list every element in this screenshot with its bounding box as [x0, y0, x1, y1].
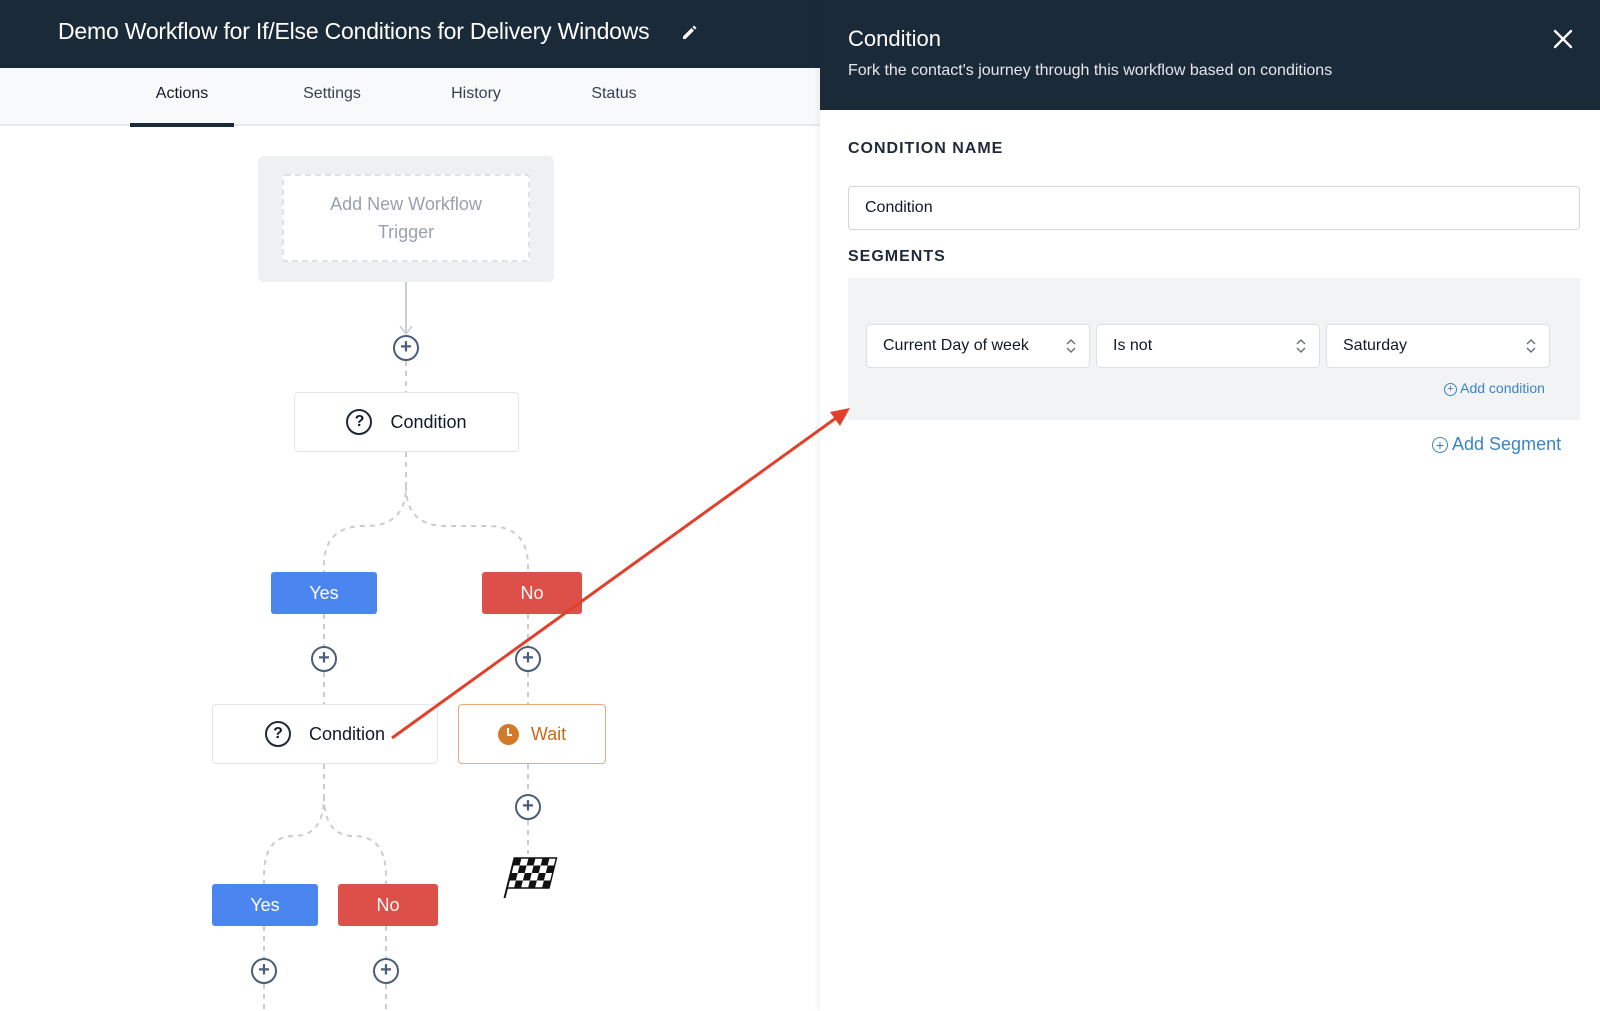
workflow-editor: Demo Workflow for If/Else Conditions for…	[0, 0, 820, 1011]
condition-node-nested[interactable]: ? Condition	[212, 704, 438, 764]
tab-settings[interactable]: Settings	[280, 68, 384, 124]
condition-side-panel: Condition Fork the contact's journey thr…	[820, 0, 1600, 1011]
segments-label: SEGMENTS	[848, 248, 946, 265]
no-branch-label[interactable]: No	[482, 572, 582, 614]
question-circle-icon: ?	[264, 721, 291, 747]
add-step-plus-icon[interactable]: +	[311, 646, 337, 672]
value-select[interactable]: Saturday	[1326, 324, 1550, 368]
clock-icon	[497, 723, 519, 745]
add-segment-label: Add Segment	[1452, 434, 1562, 454]
add-trigger-button[interactable]: Add New Workflow Trigger	[282, 174, 530, 262]
segment-container: Current Day of week Is not Saturday + Ad…	[848, 278, 1580, 420]
condition-node[interactable]: ? Condition	[294, 392, 519, 452]
panel-title: Condition	[848, 26, 941, 51]
tab-actions[interactable]: Actions	[130, 68, 234, 127]
condition-name-input[interactable]	[848, 186, 1580, 230]
sort-arrows-icon	[1066, 338, 1076, 354]
add-step-plus-icon[interactable]: +	[251, 958, 277, 984]
add-step-plus-icon[interactable]: +	[373, 958, 399, 984]
question-circle-icon: ?	[346, 409, 373, 435]
tab-history[interactable]: History	[424, 68, 528, 124]
pencil-icon[interactable]	[680, 22, 700, 42]
wait-node[interactable]: Wait	[458, 704, 606, 764]
panel-subtitle: Fork the contact's journey through this …	[848, 62, 1333, 79]
sort-arrows-icon	[1296, 338, 1306, 354]
operator-select[interactable]: Is not	[1096, 324, 1320, 368]
plus-circle-icon: +	[1432, 437, 1448, 454]
condition-node-label: Condition	[390, 411, 467, 432]
add-step-plus-icon[interactable]: +	[515, 794, 541, 820]
value-select-value: Saturday	[1343, 337, 1408, 354]
operator-select-value: Is not	[1113, 337, 1153, 354]
finish-flag-icon	[503, 857, 558, 898]
trigger-container: Add New Workflow Trigger	[258, 156, 554, 282]
add-condition-label: Add condition	[1460, 380, 1545, 396]
workflow-canvas[interactable]: Add New Workflow Trigger + ? Condition Y…	[0, 126, 820, 1011]
close-icon[interactable]	[1550, 26, 1576, 52]
field-select[interactable]: Current Day of week	[866, 324, 1090, 368]
top-bar: Demo Workflow for If/Else Conditions for…	[0, 0, 820, 68]
plus-circle-icon: +	[1444, 382, 1457, 396]
no-branch-label[interactable]: No	[338, 884, 438, 926]
yes-branch-label[interactable]: Yes	[212, 884, 318, 926]
field-select-value: Current Day of week	[883, 337, 1029, 354]
sort-arrows-icon	[1526, 338, 1536, 354]
panel-header: Condition Fork the contact's journey thr…	[820, 0, 1600, 110]
tab-status[interactable]: Status	[562, 68, 666, 124]
add-step-plus-icon[interactable]: +	[393, 335, 419, 361]
add-step-plus-icon[interactable]: +	[515, 646, 541, 672]
add-segment-link[interactable]: + Add Segment	[1432, 434, 1561, 455]
condition-node-label: Condition	[308, 723, 386, 744]
wait-node-label: Wait	[530, 723, 567, 744]
yes-branch-label[interactable]: Yes	[271, 572, 377, 614]
add-condition-link[interactable]: + Add condition	[1444, 380, 1545, 396]
tab-bar: Actions Settings History Status	[0, 68, 820, 127]
condition-name-label: CONDITION NAME	[848, 140, 1004, 157]
workflow-title: Demo Workflow for If/Else Conditions for…	[58, 18, 650, 44]
